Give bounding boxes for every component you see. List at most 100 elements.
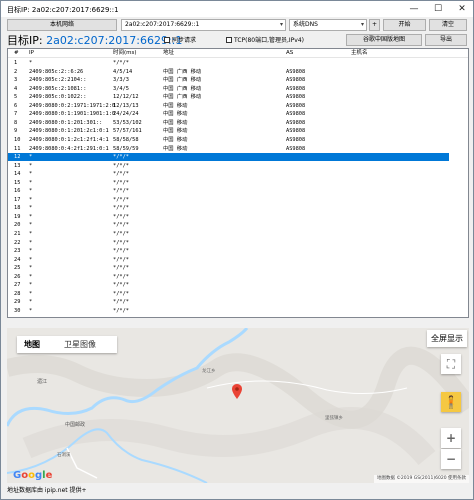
table-cell: AS9808 xyxy=(286,111,306,118)
table-cell: */*/* xyxy=(113,265,129,272)
tcp-checkbox[interactable]: TCP(80端口,管理员,IPv4) xyxy=(226,37,304,44)
table-cell: 27 xyxy=(14,282,21,289)
close-button[interactable]: ✕ xyxy=(451,1,473,17)
status-text: 地址数据库由 ipip.net 提供+ xyxy=(7,487,87,494)
col-time: 时间(ms) xyxy=(113,50,137,56)
col-ip: IP xyxy=(29,50,34,56)
local-network-button[interactable]: 本机网络 xyxy=(7,19,117,31)
table-row[interactable]: 3 2409:805c:2:2104:: 3/3/3 中国 广西 移动 AS9808 xyxy=(8,76,468,84)
maximize-button[interactable]: ☐ xyxy=(427,1,449,17)
table-row[interactable]: 12 * */*/* xyxy=(8,153,449,162)
pegman-icon[interactable]: 🧍 xyxy=(441,392,461,412)
google-map-button[interactable]: 谷歌中国版地图 xyxy=(346,34,422,46)
map-type-tabs: 地图 卫星图像 xyxy=(17,336,117,353)
table-row[interactable]: 21 * */*/* xyxy=(8,230,468,238)
table-row[interactable]: 19 * */*/* xyxy=(8,213,468,221)
table-cell: */*/* xyxy=(113,273,129,280)
table-cell: 11 xyxy=(14,145,21,152)
table-cell: 23 xyxy=(14,248,21,255)
tab-map[interactable]: 地图 xyxy=(17,336,47,353)
zoom-out-button[interactable]: − xyxy=(441,449,461,469)
target-combo[interactable]: 2a02:c207:2017:6629::1 ▾ xyxy=(121,19,286,31)
table-cell: * xyxy=(29,162,33,169)
table-row[interactable]: 7 2409:8080:0:1:1901:1901:1:0 24/24/24 中国 移… xyxy=(8,110,468,118)
table-row[interactable]: 9 2409:8080:0:1:201:2c1:0:1 57/57/161 中国 移动… xyxy=(8,127,468,135)
table-cell: 2409:8080:0:1:1901:1901:1:0 xyxy=(29,111,116,118)
table-row[interactable]: 17 * */*/* xyxy=(8,196,468,204)
table-cell: AS9808 xyxy=(286,102,306,109)
location-pin-icon[interactable] xyxy=(232,384,242,399)
export-button[interactable]: 导出 xyxy=(425,34,467,46)
table-row[interactable]: 10 2409:8080:0:1:2c1:2f1:4:1 58/58/58 中国 移动… xyxy=(8,136,468,144)
table-cell: * xyxy=(29,273,33,280)
table-row[interactable]: 15 * */*/* xyxy=(8,179,468,187)
table-row[interactable]: 13 * */*/* xyxy=(8,162,468,170)
table-row[interactable]: 26 * */*/* xyxy=(8,273,468,281)
map-panel[interactable]: 地图 卫星图像 全屏显示 ⛶ 🧍 + − 湄江 中国邮政 龙江乡 里弦镇乡 石洞… xyxy=(7,328,469,483)
table-row[interactable]: 14 * */*/* xyxy=(8,170,468,178)
table-row[interactable]: 27 * */*/* xyxy=(8,281,468,289)
table-cell: 中国 移动 xyxy=(163,128,188,135)
table-cell: 9 xyxy=(14,128,18,135)
table-row[interactable]: 4 2409:805c:2:1081:: 3/4/5 中国 广西 移动 AS9808 xyxy=(8,85,468,93)
table-cell: AS9808 xyxy=(286,119,306,126)
table-cell: 28 xyxy=(14,290,21,297)
table-row[interactable]: 2 2409:805c:2::6:26 4/5/14 中国 广西 移动 AS9808 xyxy=(8,68,468,76)
table-cell: * xyxy=(29,307,33,314)
table-cell: */*/* xyxy=(113,239,129,246)
table-cell: * xyxy=(29,265,33,272)
minimize-button[interactable]: — xyxy=(403,1,425,17)
table-row[interactable]: 16 * */*/* xyxy=(8,187,468,195)
table-cell: */*/* xyxy=(113,299,129,306)
table-cell: 6 xyxy=(14,102,18,109)
table-cell: */*/* xyxy=(113,307,129,314)
table-row[interactable]: 8 2409:8080:0:1:201:301:: 53/53/102 中国 移动 AS… xyxy=(8,119,468,127)
table-cell: 12/13/13 xyxy=(113,102,139,109)
table-row[interactable]: 23 * */*/* xyxy=(8,247,468,255)
table-cell: 中国 移动 xyxy=(163,136,188,143)
table-row[interactable]: 1 * */*/* xyxy=(8,59,468,67)
table-row[interactable]: 25 * */*/* xyxy=(8,264,468,272)
start-button[interactable]: 开始 xyxy=(383,19,426,31)
table-cell: * xyxy=(29,290,33,297)
trace-table[interactable]: # IP 时间(ms) 地址 AS 主机名 1 * */*/* 2 2409:805c:… xyxy=(7,48,469,318)
fullscreen-icon[interactable]: ⛶ xyxy=(441,354,461,374)
table-cell: 3/3/3 xyxy=(113,77,129,84)
map-attribution[interactable]: 地图数据 ©2019 GS(2011)6020 使用条款 xyxy=(373,475,469,483)
fullscreen-button[interactable]: 全屏显示 xyxy=(427,330,467,347)
table-cell: AS9808 xyxy=(286,85,306,92)
table-row[interactable]: 29 * */*/* xyxy=(8,298,468,306)
table-cell: 中国 广西 移动 xyxy=(163,77,202,84)
table-row[interactable]: 28 * */*/* xyxy=(8,290,468,298)
add-button[interactable]: + xyxy=(369,19,380,31)
table-cell: 25 xyxy=(14,265,21,272)
table-row[interactable]: 5 2409:805c:0:1022:: 12/12/12 中国 广西 移动 AS980… xyxy=(8,93,468,101)
sync-checkbox[interactable]: 同步请求 xyxy=(164,37,196,44)
checkbox-box xyxy=(226,37,232,43)
table-row[interactable]: 20 * */*/* xyxy=(8,221,468,229)
col-index: # xyxy=(14,50,19,56)
table-cell: 12/12/12 xyxy=(113,94,139,101)
table-row[interactable]: 18 * */*/* xyxy=(8,204,468,212)
table-row[interactable]: 11 2409:8080:0:4:2f1:291:0:1 58/59/59 中国 移动… xyxy=(8,145,468,153)
table-cell: * xyxy=(29,213,33,220)
zoom-in-button[interactable]: + xyxy=(441,428,461,448)
clear-button[interactable]: 清空 xyxy=(429,19,467,31)
table-cell: */*/* xyxy=(113,213,129,220)
table-cell: 2409:8080:0:1:201:301:: xyxy=(29,119,103,126)
tab-satellite[interactable]: 卫星图像 xyxy=(57,336,103,353)
table-cell: AS9808 xyxy=(286,136,306,143)
table-cell: */*/* xyxy=(113,222,129,229)
dns-select[interactable]: 系统DNS ▾ xyxy=(289,19,367,31)
map-label: 里弦镇乡 xyxy=(325,416,343,421)
table-row[interactable]: 24 * */*/* xyxy=(8,256,468,264)
table-cell: */*/* xyxy=(113,290,129,297)
table-row[interactable]: 22 * */*/* xyxy=(8,239,468,247)
table-cell: 2409:8080:0:1:2c1:2f1:4:1 xyxy=(29,136,109,143)
table-cell: */*/* xyxy=(113,60,129,66)
table-cell: * xyxy=(29,60,33,66)
table-row[interactable]: 6 2409:8080:0:2:1971:1971:2:0 12/13/13 中国 移… xyxy=(8,102,468,110)
main-window: 目标IP: 2a02:c207:2017:6629::1 — ☐ ✕ 本机网络 … xyxy=(0,0,474,500)
table-cell: 中国 广西 移动 xyxy=(163,94,202,101)
table-row[interactable]: 30 * */*/* xyxy=(8,307,468,315)
